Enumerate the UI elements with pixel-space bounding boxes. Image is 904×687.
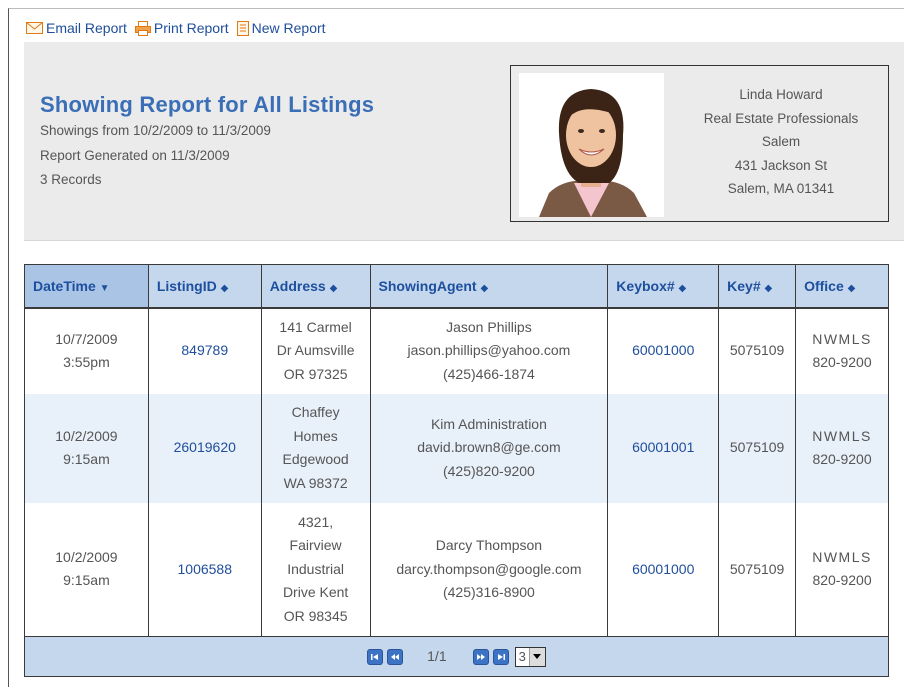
agent-office: Salem [761,134,801,149]
agent-card: Linda Howard Real Estate Professionals S… [510,65,889,222]
prev-page-icon [391,653,400,660]
cell-office: NWMLS 820-9200 [795,393,889,503]
report-record-count: 3 Records [40,172,102,187]
pager: 1/1 3 [28,645,885,669]
first-page-button[interactable] [367,648,384,665]
cell-datetime: 10/7/2009 3:55pm [24,307,149,394]
report-header: Showing Report for All Listings Showings… [24,42,904,241]
cell-address: Chaffey Homes Edgewood WA 98372 [260,393,371,503]
sort-icon: ◆ [220,282,229,294]
column-header-office[interactable]: Office ◆ [795,264,889,309]
keybox-link[interactable]: 60001000 [607,502,720,637]
email-report-link[interactable]: Email Report [26,20,127,36]
cell-datetime: 10/2/2009 9:15am [24,502,149,637]
table-header-row: DateTime ▼ ListingID ◆ Address ◆ Showing… [24,264,889,309]
sort-icon: ◆ [329,282,338,294]
sort-icon: ◆ [678,282,687,294]
cell-showing-agent: Darcy Thompson darcy.thompson@google.com(… [369,502,609,637]
next-page-button[interactable] [472,648,489,665]
print-report-link[interactable]: Print Report [134,20,229,36]
table-row: 10/2/2009 9:15am 1006588 4321, Fairview Ind… [24,502,889,637]
listing-id-link[interactable]: 1006588 [147,502,262,637]
column-header-key[interactable]: Key# ◆ [718,264,797,309]
table-row: 10/7/2009 3:55pm 849789 141 Carmel Dr Aums… [24,307,889,394]
sort-icon: ◆ [847,282,856,294]
listing-id-link[interactable]: 26019620 [147,393,262,503]
agent-city: Salem, MA 01341 [727,181,835,196]
dropdown-arrow-icon [528,647,545,666]
last-page-button[interactable] [492,648,509,665]
cell-address: 141 Carmel Dr Aumsville OR 97325 [260,307,371,394]
page-size-select[interactable]: 3 [514,646,546,667]
print-report-label: Print Report [153,20,229,36]
first-page-icon [371,653,379,660]
prev-page-button[interactable] [387,648,404,665]
cell-key: 5075109 [718,502,797,637]
email-report-label: Email Report [46,20,127,36]
new-report-link[interactable]: New Report [236,20,326,36]
next-page-icon [476,653,485,660]
cell-showing-agent: Kim Administration david.brown8@ge.com (42… [369,393,609,503]
report-toolbar: Email Report Print Report New Report [26,17,334,39]
column-header-keybox[interactable]: Keybox# ◆ [607,264,720,309]
report-title: Showing Report for All Listings [40,92,375,117]
column-header-listingid[interactable]: ListingID ◆ [147,264,262,309]
new-report-label: New Report [251,20,326,36]
envelope-icon [26,22,43,34]
column-header-address[interactable]: Address ◆ [260,264,371,309]
printer-icon [134,20,151,36]
cell-key: 5075109 [718,307,797,394]
column-header-showingagent[interactable]: ShowingAgent ◆ [369,264,609,309]
cell-key: 5075109 [718,393,797,503]
cell-office: NWMLS 820-9200 [795,307,889,394]
report-date-range: Showings from 10/2/2009 to 11/3/2009 [40,123,271,138]
pager-cell: 1/1 3 [24,636,889,677]
agent-photo [519,73,664,217]
pager-row: 1/1 3 [24,636,889,677]
column-header-datetime[interactable]: DateTime ▼ [24,264,149,309]
table-row: 10/2/2009 9:15am 26019620 Chaffey Homes Edg… [24,393,889,503]
cell-datetime: 10/2/2009 9:15am [24,393,149,503]
sort-icon: ◆ [764,282,773,294]
sort-icon: ◆ [480,282,489,294]
showings-table: DateTime ▼ ListingID ◆ Address ◆ Showing… [24,264,889,677]
last-page-icon [497,653,505,660]
keybox-link[interactable]: 60001001 [607,393,720,503]
agent-company: Real Estate Professionals [703,110,859,126]
page-indicator: 1/1 [427,647,447,664]
page-size-value: 3 [518,648,526,664]
listing-id-link[interactable]: 849789 [147,307,262,394]
agent-name: Linda Howard [739,87,823,102]
keybox-link[interactable]: 60001000 [607,307,720,394]
sort-desc-icon: ▼ [99,282,110,294]
cell-showing-agent: Jason Phillips jason.phillips@yahoo.com (4… [369,307,609,394]
cell-address: 4321, Fairview Industrial Drive Kent OR 9834… [260,502,371,637]
document-icon [236,20,249,36]
cell-office: NWMLS 820-9200 [795,502,889,637]
report-generated: Report Generated on 11/3/2009 [40,148,230,163]
agent-street: 431 Jackson St [734,157,828,173]
agent-info: Linda Howard Real Estate Professionals S… [676,83,886,201]
